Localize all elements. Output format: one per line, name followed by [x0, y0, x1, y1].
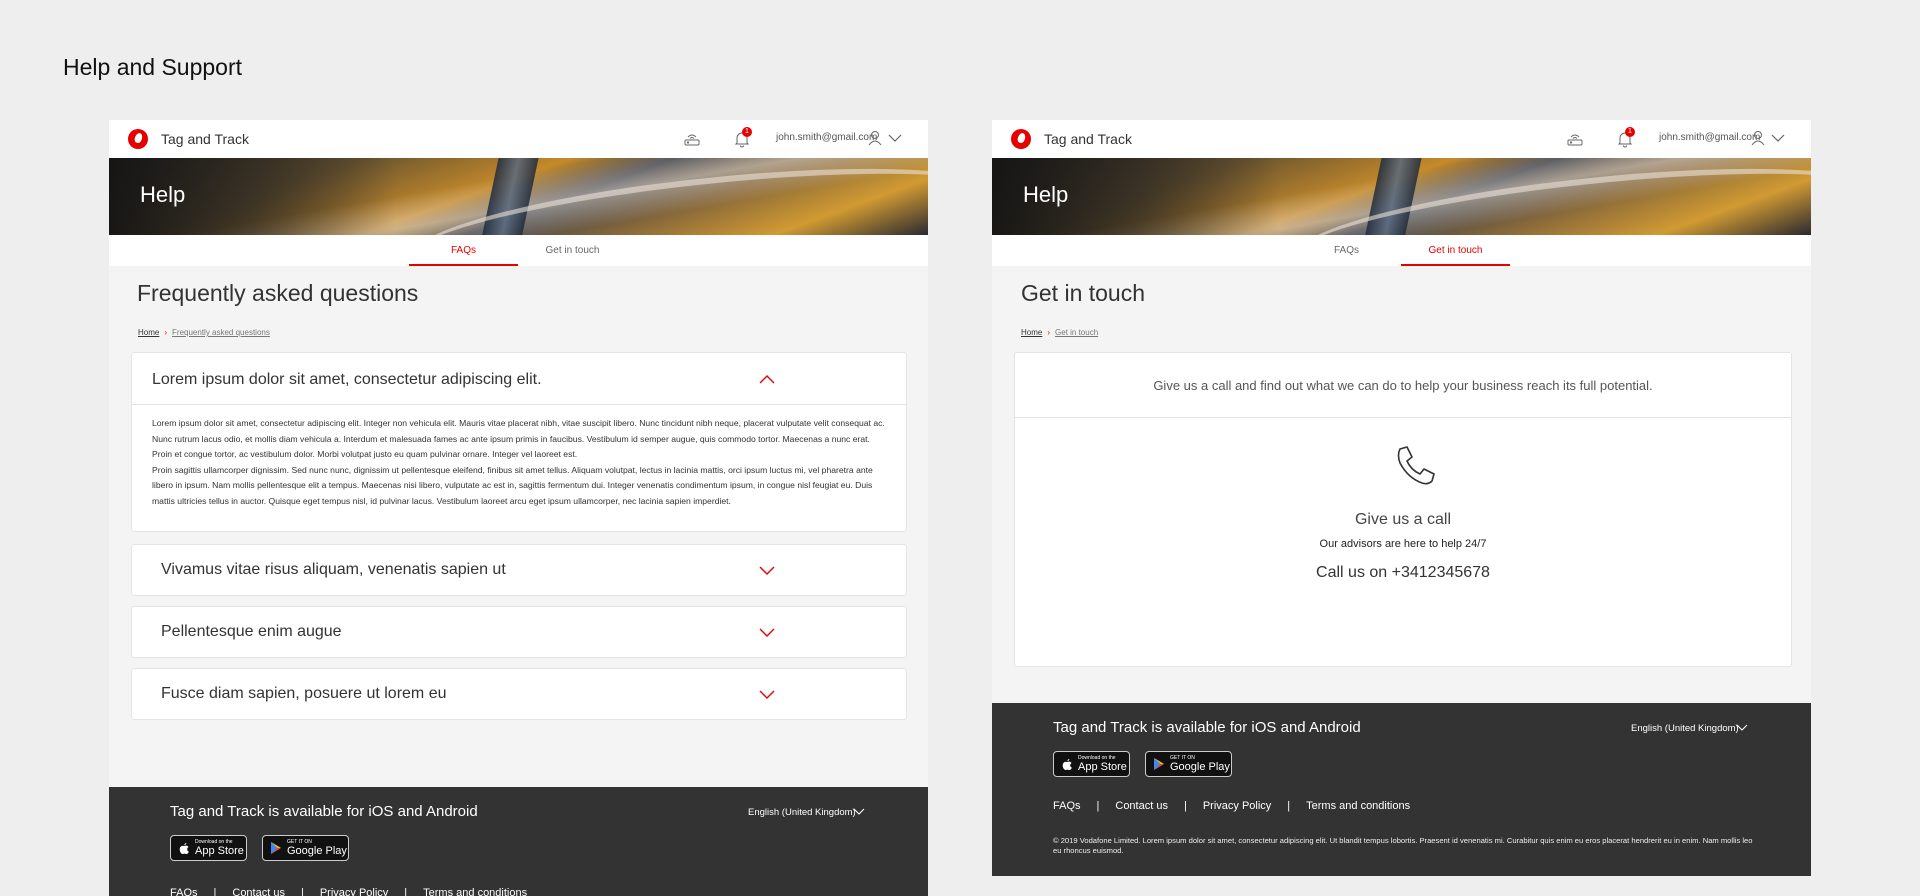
- google-play-button[interactable]: GET IT ON Google Play: [1145, 751, 1232, 777]
- notification-badge: 1: [742, 127, 752, 137]
- chevron-down-icon[interactable]: [759, 566, 775, 576]
- hero-banner: Help: [109, 158, 928, 235]
- user-email[interactable]: john.smith@gmail.com: [1659, 132, 1760, 143]
- tab-faqs[interactable]: FAQs: [409, 235, 518, 266]
- footer-availability: Tag and Track is available for iOS and A…: [1053, 719, 1361, 736]
- chevron-down-icon[interactable]: [1771, 133, 1785, 143]
- footer-link-terms[interactable]: Terms and conditions: [1306, 800, 1410, 812]
- footer-link-faqs[interactable]: FAQs: [170, 887, 198, 896]
- footer-link-privacy[interactable]: Privacy Policy: [320, 887, 388, 896]
- faq-answer: Lorem ipsum dolor sit amet, consectetur …: [152, 416, 892, 510]
- call-number[interactable]: Call us on +3412345678: [1015, 564, 1791, 582]
- faq-item[interactable]: Pellentesque enim augue: [131, 606, 907, 658]
- language-selector[interactable]: English (United Kingdom): [1631, 723, 1739, 734]
- divider: [132, 404, 906, 405]
- page-title: Help and Support: [63, 54, 243, 80]
- footer-links: FAQs | Contact us | Privacy Policy | Terms and…: [170, 887, 527, 896]
- link-separator: |: [1287, 800, 1291, 812]
- apple-icon: [179, 843, 189, 854]
- user-icon[interactable]: [1751, 130, 1765, 146]
- vodafone-logo[interactable]: [1011, 129, 1031, 149]
- chevron-down-icon[interactable]: [1736, 724, 1748, 732]
- router-icon[interactable]: [683, 130, 701, 148]
- app-store-label: App Store: [1078, 761, 1127, 773]
- footer-link-faqs[interactable]: FAQs: [1053, 800, 1081, 812]
- phone-icon: [1397, 446, 1435, 485]
- google-play-button[interactable]: GET IT ON Google Play: [262, 835, 349, 861]
- footer: Tag and Track is available for iOS and A…: [109, 787, 928, 896]
- footer-link-contact[interactable]: Contact us: [1115, 800, 1168, 812]
- link-separator: |: [1183, 800, 1187, 812]
- footer-link-privacy[interactable]: Privacy Policy: [1203, 800, 1271, 812]
- breadcrumb: Home › Get in touch: [1021, 328, 1098, 337]
- tab-bar: FAQs Get in touch: [992, 235, 1811, 266]
- hero-title: Help: [140, 182, 186, 207]
- top-bar: Tag and Track 1 john.smith@gmail.com: [992, 120, 1811, 158]
- breadcrumb-current[interactable]: Get in touch: [1055, 328, 1098, 337]
- link-separator: |: [1096, 800, 1100, 812]
- user-icon[interactable]: [868, 130, 882, 146]
- link-separator: |: [300, 887, 304, 896]
- google-play-label: Google Play: [1170, 761, 1230, 773]
- link-separator: |: [213, 887, 217, 896]
- apple-icon: [1062, 759, 1072, 770]
- brand-name: Tag and Track: [1044, 131, 1132, 147]
- faq-item[interactable]: Fusce diam sapien, posuere ut lorem eu: [131, 668, 907, 720]
- faq-question[interactable]: Fusce diam sapien, posuere ut lorem eu: [161, 685, 446, 703]
- tab-get-in-touch[interactable]: Get in touch: [518, 235, 627, 266]
- top-bar: Tag and Track 1 john.smith@gmail.com: [109, 120, 928, 158]
- tab-get-in-touch[interactable]: Get in touch: [1401, 235, 1510, 266]
- footer: Tag and Track is available for iOS and A…: [992, 703, 1811, 876]
- chevron-up-icon[interactable]: [759, 374, 775, 384]
- breadcrumb-current[interactable]: Frequently asked questions: [172, 328, 270, 337]
- footer-links: FAQs | Contact us | Privacy Policy | Terms and…: [1053, 800, 1410, 812]
- call-title: Give us a call: [1354, 511, 1452, 528]
- footer-availability: Tag and Track is available for iOS and A…: [170, 803, 478, 820]
- chevron-right-icon: ›: [164, 328, 168, 337]
- hero-banner: Help: [992, 158, 1811, 235]
- breadcrumb-home[interactable]: Home: [138, 328, 159, 337]
- router-icon[interactable]: [1566, 130, 1584, 148]
- user-email[interactable]: john.smith@gmail.com: [776, 132, 877, 143]
- hero-title: Help: [1023, 182, 1069, 207]
- copyright-text: © 2019 Vodafone Limited. Lorem ipsum dol…: [1053, 836, 1753, 855]
- faq-screen: Tag and Track 1 john.smith@gmail.com Hel…: [109, 120, 928, 896]
- app-store-label: App Store: [195, 845, 244, 857]
- chevron-down-icon[interactable]: [888, 133, 902, 143]
- get-in-touch-screen: Tag and Track 1 john.smith@gmail.com Hel…: [992, 120, 1811, 876]
- language-selector[interactable]: English (United Kingdom): [748, 807, 856, 818]
- google-play-icon: [1154, 758, 1164, 770]
- faq-question[interactable]: Vivamus vitae risus aliquam, venenatis s…: [161, 561, 506, 579]
- faq-question[interactable]: Lorem ipsum dolor sit amet, consectetur …: [152, 371, 542, 389]
- google-play-label: Google Play: [287, 845, 347, 857]
- chevron-down-icon[interactable]: [853, 808, 865, 816]
- faq-answer-paragraph: Lorem ipsum dolor sit amet, consectetur …: [152, 418, 885, 460]
- faq-item[interactable]: Vivamus vitae risus aliquam, venenatis s…: [131, 544, 907, 596]
- tab-bar: FAQs Get in touch: [109, 235, 928, 266]
- footer-link-terms[interactable]: Terms and conditions: [423, 887, 527, 896]
- breadcrumb-home[interactable]: Home: [1021, 328, 1042, 337]
- divider: [1015, 417, 1791, 418]
- faq-question[interactable]: Pellentesque enim augue: [161, 623, 342, 641]
- google-play-icon: [271, 842, 281, 854]
- tab-faqs[interactable]: FAQs: [1292, 235, 1401, 266]
- chevron-right-icon: ›: [1047, 328, 1051, 337]
- call-subtitle: Our advisors are here to help 24/7: [1319, 538, 1487, 550]
- section-title: Get in touch: [1021, 280, 1146, 306]
- app-store-button[interactable]: Download on the App Store: [1053, 751, 1130, 777]
- notification-badge: 1: [1625, 127, 1635, 137]
- link-separator: |: [404, 887, 408, 896]
- chevron-down-icon[interactable]: [759, 690, 775, 700]
- breadcrumb: Home › Frequently asked questions: [138, 328, 270, 337]
- contact-card: Give us a call and find out what we can …: [1014, 352, 1792, 667]
- section-title: Frequently asked questions: [137, 280, 419, 306]
- footer-link-contact[interactable]: Contact us: [232, 887, 285, 896]
- faq-item-expanded: Lorem ipsum dolor sit amet, consectetur …: [131, 352, 907, 532]
- brand-name: Tag and Track: [161, 131, 249, 147]
- vodafone-logo[interactable]: [128, 129, 148, 149]
- app-store-button[interactable]: Download on the App Store: [170, 835, 247, 861]
- chevron-down-icon[interactable]: [759, 628, 775, 638]
- faq-answer-paragraph: Proin sagittis ullamcorper dignissim. Se…: [152, 464, 873, 506]
- contact-intro: Give us a call and find out what we can …: [1153, 378, 1653, 393]
